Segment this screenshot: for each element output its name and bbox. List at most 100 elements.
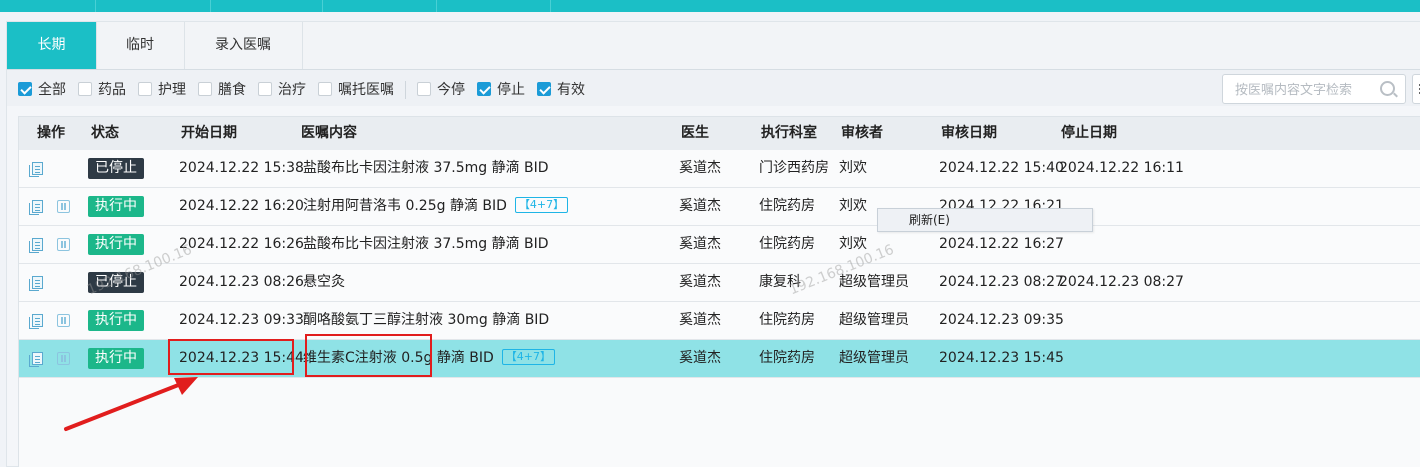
reviewer-cell: 超级管理员: [839, 274, 909, 290]
filter-valid-checkbox[interactable]: 有效: [537, 80, 585, 98]
orders-panel: 长期 临时 录入医嘱 全部 药品 护理 膳食 治疗 嘱托医嘱 今停 停止 有效 …: [6, 21, 1420, 467]
filter-divider: [405, 81, 406, 99]
col-header-start-date: 开始日期: [181, 125, 237, 141]
menu-button[interactable]: [1412, 74, 1420, 104]
col-header-reviewer: 审核者: [841, 125, 883, 141]
top-bar: [0, 0, 1420, 12]
start-date-cell: 2024.12.22 16:20: [179, 198, 304, 214]
filter-treatment-checkbox[interactable]: 治疗: [258, 80, 306, 98]
search-icon[interactable]: [1380, 81, 1395, 96]
search-input[interactable]: [1233, 76, 1387, 104]
checkbox-checked-icon: [477, 82, 491, 96]
dept-cell: 住院药房: [759, 236, 815, 252]
table-row[interactable]: 执行中 2024.12.22 16:26 盐酸布比卡因注射液 37.5mg 静滴 B…: [19, 226, 1420, 264]
annotation-highlight-start-date: [168, 339, 294, 375]
status-badge: 执行中: [88, 310, 144, 331]
tab-temporary[interactable]: 临时: [96, 22, 185, 69]
stop-date-cell: 2024.12.23 08:27: [1059, 274, 1184, 290]
pause-order-icon[interactable]: [57, 200, 70, 213]
dept-cell: 住院药房: [759, 350, 815, 366]
checkbox-unchecked-icon: [417, 82, 431, 96]
view-order-icon[interactable]: [29, 276, 43, 291]
filter-diet-checkbox[interactable]: 膳食: [198, 80, 246, 98]
checkbox-checked-icon: [537, 82, 551, 96]
top-bar-divider: [550, 0, 551, 12]
filter-stop-today-checkbox[interactable]: 今停: [417, 80, 465, 98]
start-date-cell: 2024.12.23 08:26: [179, 274, 304, 290]
order-content-text: 酮咯酸氨丁三醇注射液 30mg 静滴 BID: [303, 312, 550, 328]
review-date-cell: 2024.12.22 15:40: [939, 160, 1064, 176]
start-date-cell: 2024.12.23 09:33: [179, 312, 304, 328]
tab-long-term[interactable]: 长期: [7, 22, 97, 69]
order-content-text: 盐酸布比卡因注射液 37.5mg 静滴 BID: [303, 236, 549, 252]
reviewer-cell: 刘欢: [839, 160, 867, 176]
reviewer-cell: 刘欢: [839, 236, 867, 252]
view-order-icon[interactable]: [29, 314, 43, 329]
top-bar-divider: [95, 0, 96, 12]
order-content-text: 悬空灸: [303, 274, 345, 290]
filter-drug-checkbox[interactable]: 药品: [78, 80, 126, 98]
pause-order-icon[interactable]: [57, 314, 70, 327]
col-header-dept: 执行科室: [761, 125, 817, 141]
filter-stopped-checkbox[interactable]: 停止: [477, 80, 525, 98]
table-header: 操作 状态 开始日期 医嘱内容 医生 执行科室 审核者 审核日期 停止日期: [19, 117, 1420, 151]
filter-entrusted-checkbox[interactable]: 嘱托医嘱: [318, 80, 394, 98]
policy-badge: 【4+7】: [501, 349, 556, 365]
review-date-cell: 2024.12.23 15:45: [939, 350, 1064, 366]
top-bar-divider: [436, 0, 437, 12]
pause-order-icon[interactable]: [57, 352, 70, 365]
dept-cell: 康复科: [759, 274, 801, 290]
checkbox-unchecked-icon: [198, 82, 212, 96]
table-row[interactable]: 执行中 2024.12.23 09:33 酮咯酸氨丁三醇注射液 30mg 静滴 BI…: [19, 302, 1420, 340]
start-date-cell: 2024.12.22 15:38: [179, 160, 304, 176]
stop-date-cell: 2024.12.22 16:11: [1059, 160, 1184, 176]
tab-enter-order[interactable]: 录入医嘱: [184, 22, 303, 69]
table-row[interactable]: 已停止 2024.12.23 08:26 悬空灸 奚道杰 康复科 超级管理员 2024.12…: [19, 264, 1420, 302]
status-badge: 已停止: [88, 158, 144, 179]
checkbox-unchecked-icon: [78, 82, 92, 96]
doctor-cell: 奚道杰: [679, 236, 721, 252]
filter-all-checkbox[interactable]: 全部: [18, 80, 66, 98]
orders-table: 操作 状态 开始日期 医嘱内容 医生 执行科室 审核者 审核日期 停止日期 已停…: [18, 116, 1420, 467]
status-badge: 执行中: [88, 234, 144, 255]
order-content-text: 注射用阿昔洛韦 0.25g 静滴 BID: [303, 198, 507, 214]
start-date-cell: 2024.12.22 16:26: [179, 236, 304, 252]
search-box: [1222, 74, 1406, 104]
checkbox-checked-icon: [18, 82, 32, 96]
view-order-icon[interactable]: [29, 352, 43, 367]
status-badge: 已停止: [88, 272, 144, 293]
order-content-cell: 盐酸布比卡因注射液 37.5mg 静滴 BID: [303, 226, 549, 263]
doctor-cell: 奚道杰: [679, 160, 721, 176]
review-date-cell: 2024.12.23 09:35: [939, 312, 1064, 328]
table-row[interactable]: 已停止 2024.12.22 15:38 盐酸布比卡因注射液 37.5mg 静滴 B…: [19, 150, 1420, 188]
order-content-cell: 盐酸布比卡因注射液 37.5mg 静滴 BID: [303, 150, 549, 187]
order-content-cell: 注射用阿昔洛韦 0.25g 静滴 BID 【4+7】: [303, 188, 569, 225]
review-date-cell: 2024.12.23 08:27: [939, 274, 1064, 290]
col-header-review-date: 审核日期: [941, 125, 997, 141]
view-order-icon[interactable]: [29, 238, 43, 253]
context-menu: 刷新(E): [877, 208, 1093, 232]
col-header-stop-date: 停止日期: [1061, 125, 1117, 141]
tab-bar: 长期 临时 录入医嘱: [7, 22, 1420, 70]
reviewer-cell: 超级管理员: [839, 350, 909, 366]
pause-order-icon[interactable]: [57, 238, 70, 251]
dept-cell: 门诊西药房: [759, 160, 829, 176]
checkbox-unchecked-icon: [318, 82, 332, 96]
dept-cell: 住院药房: [759, 312, 815, 328]
annotation-highlight-content: [305, 334, 432, 377]
doctor-cell: 奚道杰: [679, 350, 721, 366]
top-bar-divider: [210, 0, 211, 12]
filter-bar: 全部 药品 护理 膳食 治疗 嘱托医嘱 今停 停止 有效: [7, 70, 1420, 106]
context-menu-refresh[interactable]: 刷新(E): [909, 209, 950, 231]
view-order-icon[interactable]: [29, 162, 43, 177]
doctor-cell: 奚道杰: [679, 312, 721, 328]
table-row[interactable]: 执行中 2024.12.22 16:20 注射用阿昔洛韦 0.25g 静滴 BID 【…: [19, 188, 1420, 226]
reviewer-cell: 超级管理员: [839, 312, 909, 328]
col-header-status: 状态: [91, 125, 119, 141]
col-header-action: 操作: [37, 125, 65, 141]
top-bar-divider: [322, 0, 323, 12]
checkbox-unchecked-icon: [258, 82, 272, 96]
col-header-content: 医嘱内容: [301, 125, 357, 141]
filter-nursing-checkbox[interactable]: 护理: [138, 80, 186, 98]
view-order-icon[interactable]: [29, 200, 43, 215]
